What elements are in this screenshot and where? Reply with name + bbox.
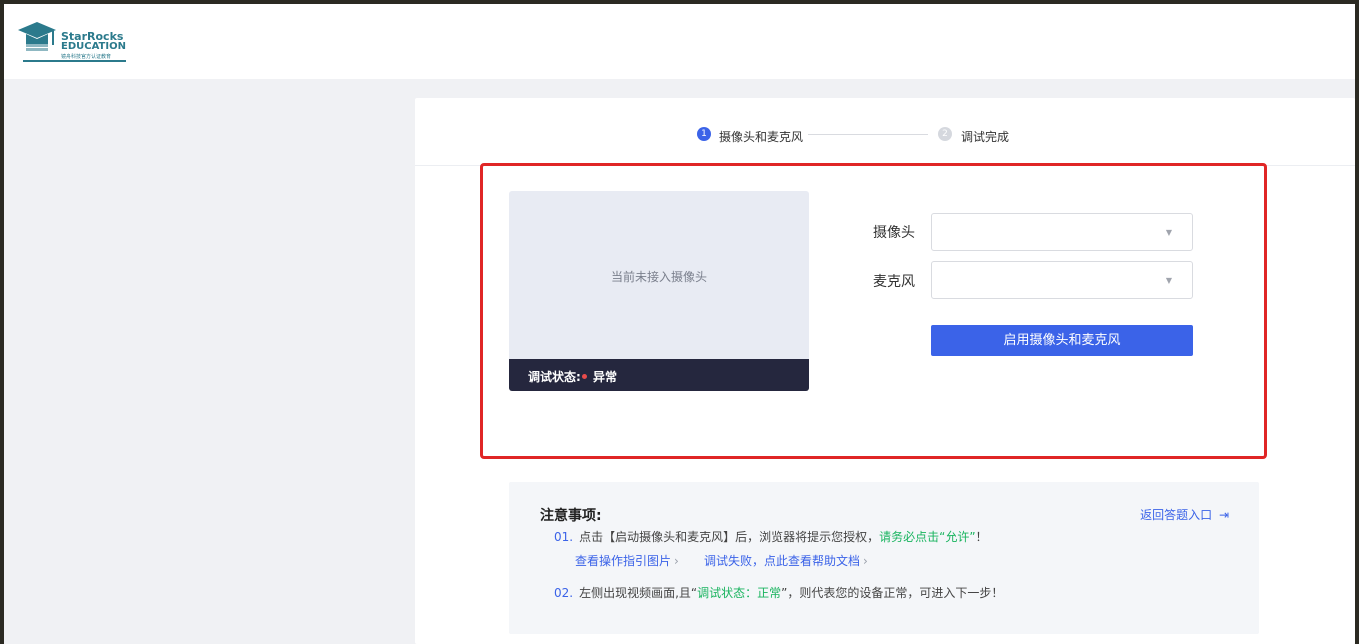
note-1-number: 01.	[554, 530, 574, 544]
camera-preview: 当前未接入摄像头 调试状态: 异常	[509, 191, 809, 391]
notes-panel: 注意事项: 返回答题入口 ⇥ 01. 点击【启动摄像头和麦克风】后，浏览器将提示您…	[509, 482, 1259, 634]
brand-logo[interactable]: StarRocks EDUCATION 镜舟科技官方认证教育	[18, 20, 128, 66]
step-connector	[808, 134, 928, 135]
note-2-suffix: ”，则代表您的设备正常，可进入下一步！	[781, 586, 1004, 600]
debug-status-bar: 调试状态: 异常	[509, 359, 809, 391]
microphone-label: 麦克风	[873, 274, 915, 290]
status-dot-icon	[582, 374, 587, 379]
brand-name-line2: EDUCATION	[61, 41, 126, 52]
note-item-1: 01. 点击【启动摄像头和麦克风】后，浏览器将提示您授权，请务必点击“允许”！	[554, 528, 988, 545]
chevron-right-icon: ›	[674, 554, 679, 568]
microphone-select[interactable]: ▼	[931, 261, 1193, 299]
step-indicator: 1 摄像头和麦克风 2 调试完成	[415, 98, 1355, 166]
note-1-suffix: ！	[975, 530, 988, 544]
window-left-border	[0, 0, 4, 644]
back-to-entry-label: 返回答题入口	[1140, 508, 1213, 522]
enable-camera-mic-button[interactable]: 启用摄像头和麦克风	[931, 325, 1193, 356]
chevron-down-icon: ▼	[1165, 276, 1172, 285]
exit-icon: ⇥	[1218, 508, 1229, 522]
camera-select[interactable]: ▼	[931, 213, 1193, 251]
graduation-cap-icon	[18, 22, 56, 51]
brand-tagline: 镜舟科技官方认证教育	[61, 54, 112, 60]
note-1-text: 点击【启动摄像头和麦克风】后，浏览器将提示您授权，	[579, 530, 880, 544]
step-1-label: 摄像头和麦克风	[719, 130, 804, 144]
note-2-highlight: 调试状态：正常	[697, 586, 782, 600]
notes-title: 注意事项:	[540, 508, 602, 524]
back-to-entry-link[interactable]: 返回答题入口 ⇥	[1140, 506, 1229, 523]
note-2-text: 左侧出现视频画面,且“	[579, 586, 698, 600]
logo-underline	[23, 60, 126, 62]
device-check-card: 1 摄像头和麦克风 2 调试完成 当前未接入摄像头 调试状态: 异常 摄像头 ▼…	[415, 98, 1355, 644]
help-docs-link[interactable]: 调试失败，点此查看帮助文档 ›	[704, 552, 868, 569]
chevron-right-icon: ›	[863, 554, 868, 568]
chevron-down-icon: ▼	[1165, 228, 1172, 237]
step-1-number: 1	[697, 127, 711, 141]
note-item-2: 02. 左侧出现视频画面,且“调试状态：正常”，则代表您的设备正常，可进入下一步！	[554, 584, 1003, 601]
debug-status-label: 调试状态:	[528, 370, 581, 384]
window-right-border	[1355, 0, 1359, 644]
step-2-number: 2	[938, 127, 952, 141]
view-guide-images-link[interactable]: 查看操作指引图片 ›	[575, 552, 679, 569]
help-docs-label: 调试失败，点此查看帮助文档	[704, 554, 861, 568]
camera-label: 摄像头	[873, 225, 915, 241]
debug-status-value: 异常	[593, 370, 618, 384]
step-2-label: 调试完成	[961, 130, 1010, 144]
site-header: StarRocks EDUCATION 镜舟科技官方认证教育	[4, 4, 1355, 79]
note-2-number: 02.	[554, 586, 574, 600]
view-guide-images-label: 查看操作指引图片	[575, 554, 672, 568]
note-1-highlight: 请务必点击“允许”	[879, 530, 976, 544]
camera-placeholder-text: 当前未接入摄像头	[610, 270, 707, 284]
